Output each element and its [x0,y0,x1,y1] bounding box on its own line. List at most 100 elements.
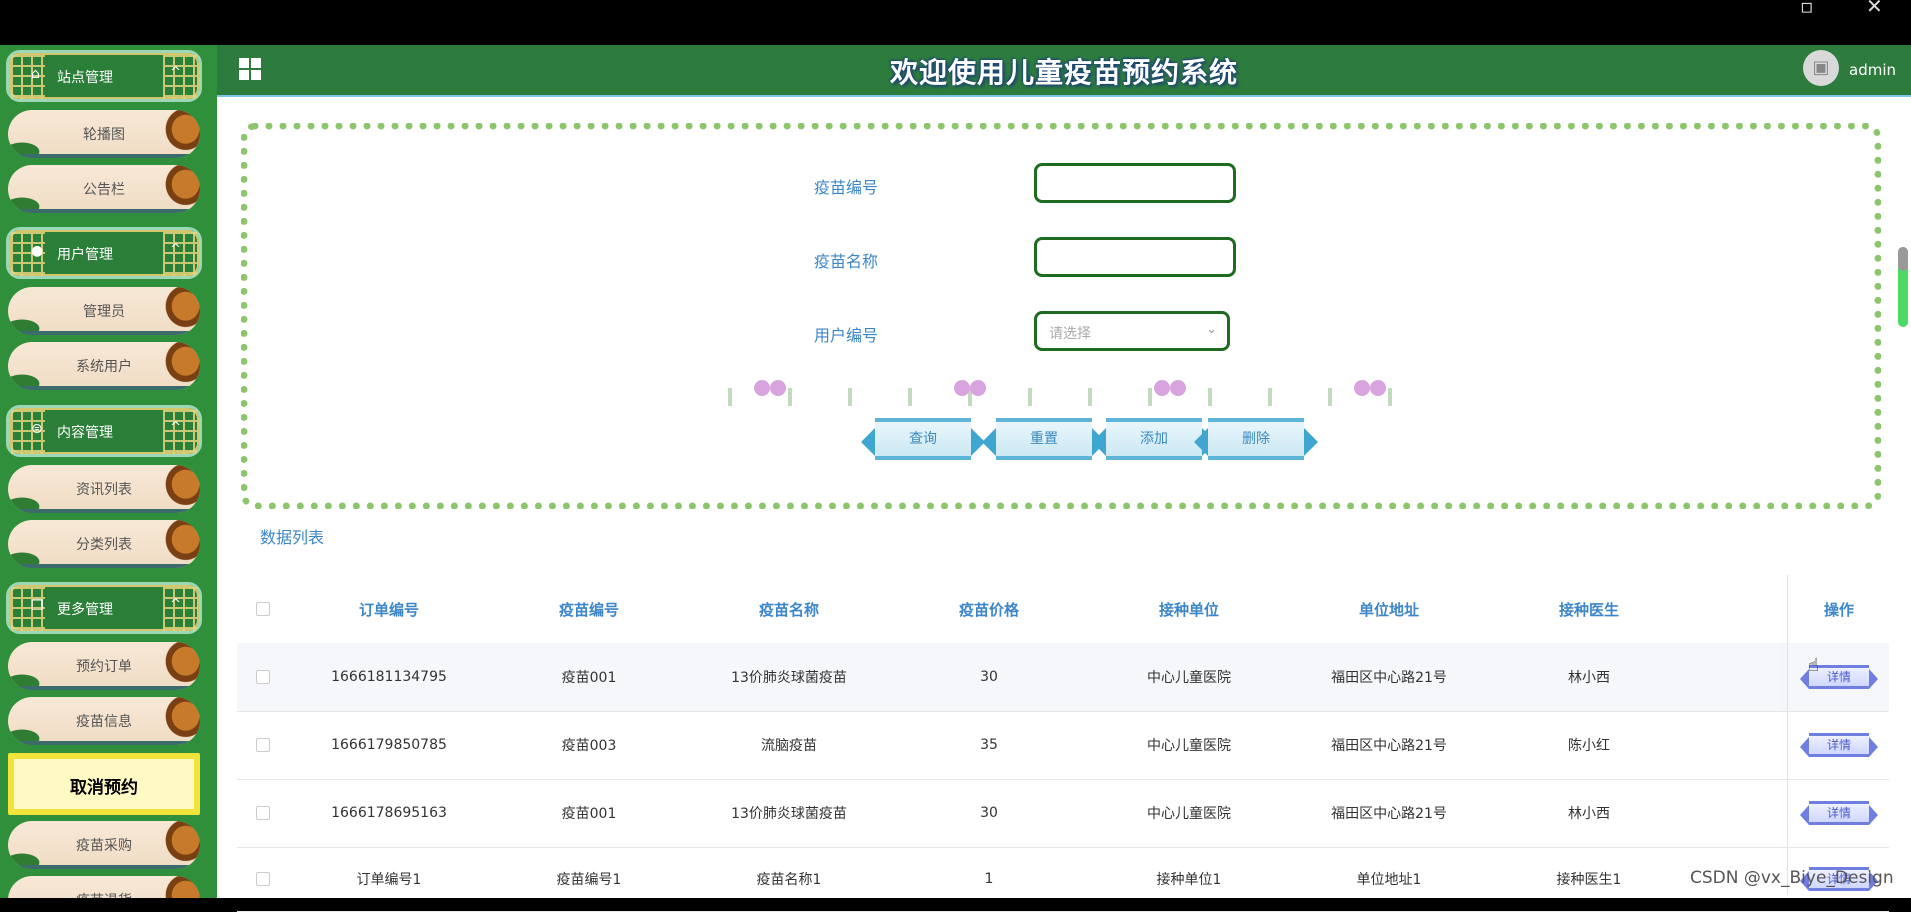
column-header[interactable]: 疫苗名称 [689,575,889,643]
column-header[interactable]: 单位地址 [1289,575,1489,643]
cell-order-no: 订单编号1 [356,872,422,888]
cell-vaccine-name: 流脑疫苗 [761,738,817,754]
sidebar-group-label: 站点管理 [57,70,113,86]
decor-strip [8,154,200,158]
reset-button[interactable]: 重置 [982,418,1106,460]
sidebar-item-category[interactable]: 分类列表 [8,520,200,568]
delete-button[interactable]: 删除 [1194,418,1318,460]
sidebar-item-label: 取消预约 [70,778,138,798]
sidebar-item-label: 预约订单 [76,659,132,675]
checkbox[interactable] [256,806,270,820]
column-header[interactable]: 订单编号 [289,575,489,643]
column-header[interactable]: 接种单位 [1089,575,1289,643]
decor-strip [8,209,200,213]
cell-vaccine-no: 疫苗001 [561,806,617,822]
cell-actions: 详情 [1789,779,1889,847]
sidebar-group-content[interactable]: ⊜ 内容管理 ^ [6,405,202,457]
sidebar-item-news[interactable]: 资讯列表 [8,465,200,513]
table-row[interactable]: 订单编号1 疫苗编号1 疫苗名称1 1 接种单位1 单位地址1 接种医生1 详情 [237,847,1889,912]
vaccine-name-input[interactable] [1034,237,1236,277]
cell-unit: 中心儿童医院 [1147,738,1231,754]
cell-price: 30 [980,805,998,821]
sidebar-item-appointment-order[interactable]: 预约订单 [8,642,200,690]
cell-address: 单位地址1 [1356,872,1422,888]
chevron-up-icon: ^ [170,420,181,435]
column-header[interactable]: 疫苗价格 [889,575,1089,643]
sidebar-item-label: 系统用户 [76,359,132,375]
user-no-label: 用户编号 [813,326,878,345]
vaccine-name-label: 疫苗名称 [813,252,878,271]
vaccine-no-input[interactable] [1034,163,1236,203]
column-header[interactable]: 接种医生 [1489,575,1689,643]
cell-vaccine-no: 疫苗003 [561,738,617,754]
cell-actions: 详情 [1789,643,1889,711]
window-titlebar: ▫ ✕ [0,0,1911,45]
query-button[interactable]: 查询 [861,418,985,460]
sidebar-group-label: 内容管理 [57,425,113,441]
page-title: 欢迎使用儿童疫苗预约系统 [889,56,1238,89]
vaccine-no-label: 疫苗编号 [813,178,878,197]
select-all-checkbox[interactable] [237,575,289,643]
row-checkbox[interactable] [237,779,289,847]
checkbox[interactable] [256,602,270,616]
cell-address: 福田区中心路21号 [1331,670,1447,686]
sidebar-item-carousel[interactable]: 轮播图 [8,110,200,158]
decor-strip [8,386,200,390]
add-button[interactable]: 添加 [1092,418,1216,460]
cell-address: 福田区中心路21号 [1331,738,1447,754]
sidebar-item-vaccine-return[interactable]: 疫苗退货 [8,876,200,898]
detail-button[interactable]: 详情 [1800,733,1878,757]
table-row[interactable]: 1666181134795 疫苗001 13价肺炎球菌疫苗 30 中心儿童医院 … [237,643,1889,712]
cell-vaccine-no: 疫苗001 [561,670,617,686]
table-row[interactable]: 1666179850785 疫苗003 流脑疫苗 35 中心儿童医院 福田区中心… [237,711,1889,780]
sidebar-item-cancel-appointment[interactable]: 取消预约 [8,753,200,815]
row-checkbox[interactable] [237,643,289,711]
close-icon[interactable]: ✕ [1866,0,1883,18]
user-no-select[interactable]: 请选择 ⌄ [1034,311,1230,351]
cell-order-no: 1666181134795 [331,669,447,685]
message-icon: ⊜ [31,421,43,437]
sidebar: ⌂ 站点管理 ^ 轮播图 公告栏 ● 用户管理 ^ 管理员 系统用户 ⊜ 内容管… [0,45,217,898]
detail-button[interactable]: 详情 [1800,801,1878,825]
sidebar-item-vaccine-info[interactable]: 疫苗信息 [8,697,200,745]
sidebar-group-site[interactable]: ⌂ 站点管理 ^ [6,50,202,102]
flower-decor [948,380,1004,404]
sidebar-group-more[interactable]: ❐ 更多管理 ^ [6,582,202,634]
restore-icon[interactable]: ▫ [1800,0,1814,18]
search-panel: 疫苗编号 疫苗名称 用户编号 请选择 ⌄ 查询 重置 添加 删除 [241,123,1881,509]
row-checkbox[interactable] [237,711,289,779]
sidebar-item-notice[interactable]: 公告栏 [8,165,200,213]
sidebar-group-label: 更多管理 [57,602,113,618]
cell-price: 1 [984,871,994,887]
username[interactable]: admin [1849,61,1896,79]
avatar[interactable]: ▣ [1803,50,1839,86]
chevron-up-icon: ^ [170,242,181,257]
monitor-icon: ⌂ [31,66,40,82]
sidebar-item-system-user[interactable]: 系统用户 [8,342,200,390]
scrollbar-thumb[interactable] [1898,247,1908,271]
mouse-cursor-icon: ☝ [1808,655,1819,676]
cell-vaccine-name: 疫苗名称1 [756,872,822,888]
table-row[interactable]: 1666178695163 疫苗001 13价肺炎球菌疫苗 30 中心儿童医院 … [237,779,1889,848]
checkbox[interactable] [256,738,270,752]
cell-vaccine-name: 13价肺炎球菌疫苗 [731,670,847,686]
cell-vaccine-name: 13价肺炎球菌疫苗 [731,806,847,822]
cell-actions: 详情 [1789,711,1889,779]
row-checkbox[interactable] [237,847,289,911]
watermark: CSDN @vx_Biye_Design [1690,868,1894,888]
checkbox[interactable] [256,872,270,886]
app-header: 欢迎使用儿童疫苗预约系统 ▣ admin [217,45,1911,97]
cell-order-no: 1666179850785 [331,737,447,753]
sidebar-item-label: 疫苗采购 [76,838,132,854]
cell-order-no: 1666178695163 [331,805,447,821]
column-header[interactable]: 疫苗编号 [489,575,689,643]
user-icon: ● [31,243,44,259]
sidebar-item-vaccine-purchase[interactable]: 疫苗采购 [8,821,200,869]
sidebar-item-label: 分类列表 [76,537,132,553]
checkbox[interactable] [256,670,270,684]
select-placeholder: 请选择 [1049,326,1091,342]
sidebar-group-user[interactable]: ● 用户管理 ^ [6,227,202,279]
chevron-up-icon: ^ [170,65,181,80]
sidebar-item-label: 公告栏 [83,182,125,198]
sidebar-item-admin[interactable]: 管理员 [8,287,200,335]
